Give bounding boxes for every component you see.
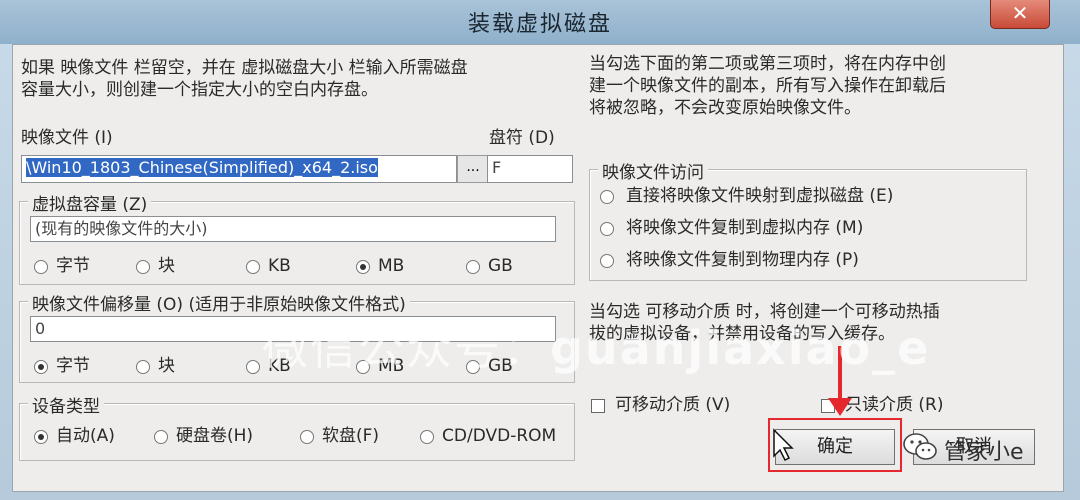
close-button[interactable]: ✕ [990,0,1050,29]
unit-label: 字节 [56,356,90,376]
device-type-group: 设备类型 自动(A) 硬盘卷(H) 软盘(F) CD/DVD-ROM [19,392,575,461]
radio-blocks[interactable] [136,260,150,274]
image-access-legend: 映像文件访问 [598,158,708,183]
radio-bytes[interactable] [34,260,48,274]
radio-device-floppy[interactable] [300,430,314,444]
image-access-group: 映像文件访问 直接将映像文件映射到虚拟磁盘 (E) 将映像文件复制到虚拟内存 (… [589,158,1027,281]
drive-letter-select[interactable]: F [487,155,573,183]
radio-device-hdd[interactable] [154,430,168,444]
radio-offset-bytes[interactable] [34,360,48,374]
account-badge: 管家小e [944,440,1024,465]
instruction-text: 容量大小，则创建一个指定大小的空白内存盘。 [21,80,378,100]
window-title: 装载虚拟磁盘 [467,12,612,37]
browse-button[interactable]: ... [457,155,489,183]
removable-checkbox-label: 可移动介质 (V) [615,395,731,415]
unit-label: 块 [158,356,175,376]
radio-offset-blocks[interactable] [136,360,150,374]
device-option-label: 硬盘卷(H) [176,426,254,446]
mount-virtual-disk-window: 装载虚拟磁盘 ✕ 如果 映像文件 栏留空，并在 虚拟磁盘大小 栏输入所需磁盘 容… [0,0,1080,500]
capacity-input[interactable]: (现有的映像文件的大小) [30,216,556,242]
access-option-label: 将映像文件复制到物理内存 (P) [626,250,859,270]
unit-label: 字节 [56,256,90,276]
unit-label: MB [378,256,405,276]
radio-device-auto[interactable] [34,430,48,444]
access-option-label: 直接将映像文件映射到虚拟磁盘 (E) [626,186,894,206]
device-option-label: 软盘(F) [322,426,380,446]
device-option-label: 自动(A) [56,426,115,446]
title-bar[interactable]: 装载虚拟磁盘 ✕ [0,0,1080,44]
radio-mb[interactable] [356,260,370,274]
unit-label: 块 [158,256,175,276]
unit-label: KB [268,256,291,276]
device-option-label: CD/DVD-ROM [442,426,557,446]
capacity-legend: 虚拟盘容量 (Z) [28,190,152,215]
radio-kb[interactable] [246,260,260,274]
copy-note-text: 将被忽略，不会改变原始映像文件。 [589,98,861,118]
radio-access-direct[interactable] [600,190,614,204]
copy-note-text: 当勾选下面的第二项或第三项时，将在内存中创 [589,54,946,74]
wechat-icon [902,432,938,462]
watermark-id: guanjiaxiao_e [550,321,931,375]
radio-device-cdrom[interactable] [420,430,434,444]
watermark-prefix: 微信公众号： [262,321,550,375]
radio-access-physical-memory[interactable] [600,254,614,268]
access-option-label: 将映像文件复制到虚拟内存 (M) [626,218,864,238]
drive-letter-label: 盘符 (D) [489,128,555,148]
mouse-cursor-icon [772,428,796,462]
radio-access-virtual-memory[interactable] [600,222,614,236]
copy-note-text: 建一个映像文件的副本，所有写入操作在卸载后 [589,76,946,96]
capacity-group: 虚拟盘容量 (Z) (现有的映像文件的大小) 字节 块 KB MB GB [19,190,575,285]
unit-label: GB [488,256,513,276]
device-type-legend: 设备类型 [28,392,104,417]
radio-gb[interactable] [466,260,480,274]
image-file-label: 映像文件 (I) [21,128,113,148]
instruction-text: 如果 映像文件 栏留空，并在 虚拟磁盘大小 栏输入所需磁盘 [21,58,468,78]
radio-offset-kb[interactable] [246,360,260,374]
removable-checkbox[interactable] [591,399,605,413]
dialog-body: 如果 映像文件 栏留空，并在 虚拟磁盘大小 栏输入所需磁盘 容量大小，则创建一个… [12,44,1064,492]
watermark: 微信公众号：guanjiaxiao_e [262,312,930,378]
image-file-input[interactable]: \Win10_1803_Chinese(Simplified)_x64_2.is… [21,155,457,183]
image-file-path: \Win10_1803_Chinese(Simplified)_x64_2.is… [26,158,378,177]
